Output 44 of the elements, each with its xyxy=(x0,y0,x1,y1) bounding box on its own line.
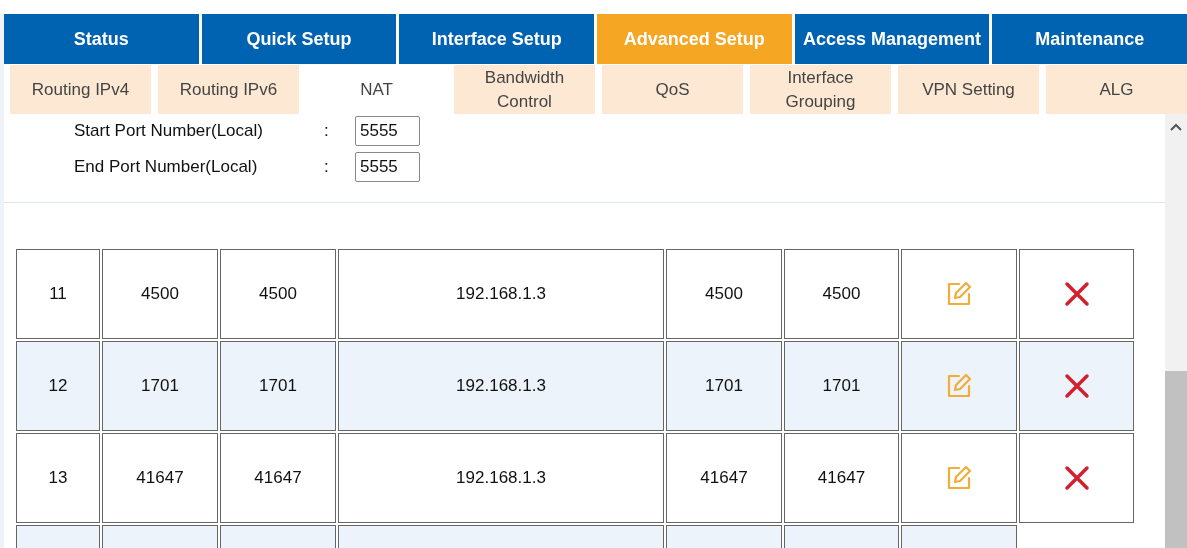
table-cell: 1701 xyxy=(102,341,218,431)
scrollbar-thumb[interactable] xyxy=(1165,371,1187,548)
main-tab[interactable]: Status xyxy=(4,14,199,64)
table-cell: 192.168.1.3 xyxy=(338,433,664,523)
sub-tab[interactable]: Interface Grouping xyxy=(750,65,891,114)
table-cell: 1701 xyxy=(666,341,782,431)
table-cell: 41647 xyxy=(102,433,218,523)
table-cell: 1701 xyxy=(220,341,336,431)
sub-tab[interactable]: Routing IPv6 xyxy=(158,65,299,114)
sub-tab[interactable]: ALG xyxy=(1046,65,1187,114)
colon-separator: : xyxy=(324,120,330,143)
sub-tab[interactable]: QoS xyxy=(602,65,743,114)
table-cell: 41647 xyxy=(220,433,336,523)
sub-tab[interactable]: VPN Setting xyxy=(898,65,1039,114)
edit-icon[interactable] xyxy=(946,281,972,307)
delete-icon[interactable] xyxy=(1063,373,1090,399)
table-cell: 4500 xyxy=(102,249,218,339)
delete-icon[interactable] xyxy=(1063,465,1090,491)
field-label: End Port Number(Local) xyxy=(74,156,259,179)
table-cell: 1701 xyxy=(784,341,899,431)
table-cell: 4500 xyxy=(666,249,782,339)
table-cell: 12 xyxy=(16,341,100,431)
table-cell: 192.168.1.3 xyxy=(338,341,664,431)
table-cell: 4500 xyxy=(220,249,336,339)
table-cell: 192.168.1.3 xyxy=(338,249,664,339)
table-cell: 4500 xyxy=(784,249,899,339)
input-field[interactable]: 5555 xyxy=(355,152,420,182)
field-label: Start Port Number(Local) xyxy=(74,120,264,143)
scrollbar[interactable] xyxy=(1165,114,1187,548)
main-tab[interactable]: Access Management xyxy=(794,14,990,64)
main-tab[interactable]: Maintenance xyxy=(992,14,1187,64)
input-field[interactable]: 5555 xyxy=(355,116,420,146)
sub-tab[interactable]: Routing IPv4 xyxy=(10,65,151,114)
main-tab[interactable]: Quick Setup xyxy=(201,14,397,64)
table-cell: 41647 xyxy=(666,433,782,523)
table-cell: 41647 xyxy=(784,433,899,523)
edit-icon[interactable] xyxy=(946,373,972,399)
main-tab[interactable]: Interface Setup xyxy=(399,14,594,64)
delete-icon[interactable] xyxy=(1063,281,1090,307)
table-cell: 11 xyxy=(16,249,100,339)
edit-icon[interactable] xyxy=(946,465,972,491)
colon-separator: : xyxy=(324,156,330,179)
sub-tab[interactable]: Bandwidth Control xyxy=(454,65,595,114)
table-cell: 13 xyxy=(16,433,100,523)
